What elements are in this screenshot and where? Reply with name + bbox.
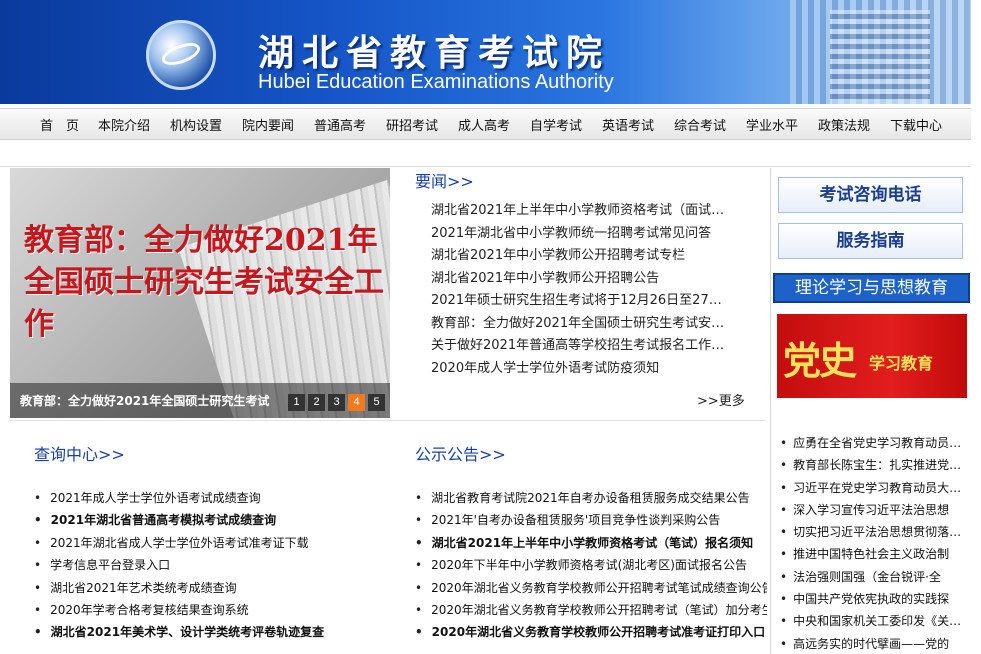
hbeea-logo-icon[interactable] (146, 20, 216, 90)
sidebar-news-item[interactable]: 高远务实的时代擘画——党的 (780, 633, 970, 654)
consult-phone-button[interactable]: 考试咨询电话 (778, 177, 963, 213)
nav-item-download[interactable]: 下载中心 (880, 115, 952, 134)
query-list: 2021年成人学士学位外语考试成绩查询 2021年湖北省普通高考模拟考试成绩查询… (34, 487, 404, 644)
query-item[interactable]: 2021年湖北省普通高考模拟考试成绩查询 (34, 509, 404, 531)
sidebar-news-item[interactable]: 教育部长陈宝生：扎实推进党… (780, 454, 970, 476)
section-divider (10, 420, 765, 421)
query-item[interactable]: 湖北省2021年美术学、设计学类统考评卷轨迹复查 (34, 621, 404, 643)
nav-item-institute-news[interactable]: 院内要闻 (232, 115, 304, 134)
news-item[interactable]: 2021年硕士研究生招生考试将于12月26日至27… (431, 290, 751, 313)
news-slideshow[interactable]: 教育部：全力做好2021年全国硕士研究生考试安全工作 教育部：全力做好2021年… (10, 168, 390, 418)
nav-item-academic-level[interactable]: 学业水平 (736, 115, 808, 134)
nav-item-self-study[interactable]: 自学考试 (520, 115, 592, 134)
slide-page-1[interactable]: 1 (288, 394, 305, 411)
sub-bar (0, 141, 971, 167)
nav-item-english-exam[interactable]: 英语考试 (592, 115, 664, 134)
news-item[interactable]: 2020年成人学士学位外语考试防疫须知 (431, 358, 751, 381)
query-item[interactable]: 湖北省2021年艺术类统考成绩查询 (34, 577, 404, 599)
sidebar-news-item[interactable]: 习近平在党史学习教育动员大… (780, 477, 970, 499)
sidebar-news-item[interactable]: 中国共产党依宪执政的实践探 (780, 588, 970, 610)
header-banner: 湖北省教育考试院 Hubei Education Examinations Au… (0, 0, 971, 104)
site-title-en: Hubei Education Examinations Authority (258, 71, 614, 93)
query-item[interactable]: 学考信息平台登录入口 (34, 554, 404, 576)
nav-item-about[interactable]: 本院介绍 (88, 115, 160, 134)
notice-item[interactable]: 2020年下半年中小学教师资格考试(湖北考区)面试报名公告 (415, 554, 767, 576)
notice-item[interactable]: 2020年湖北省义务教育学校教师公开招聘考试（笔试）加分考生 (415, 599, 767, 621)
query-item[interactable]: 2021年成人学士学位外语考试成绩查询 (34, 487, 404, 509)
slide-page-2[interactable]: 2 (308, 394, 325, 411)
news-item[interactable]: 湖北省2021年中小学教师公开招聘公告 (431, 268, 751, 291)
party-banner-small-text: 学习教育 (869, 354, 934, 373)
news-section: 要闻>> 湖北省2021年上半年中小学教师资格考试（面试… 2021年湖北省中小… (415, 168, 765, 418)
news-title[interactable]: 要闻>> (415, 168, 474, 192)
site-title-cn: 湖北省教育考试院 (258, 32, 611, 74)
page: 湖北省教育考试院 Hubei Education Examinations Au… (0, 0, 981, 654)
nav-item-home[interactable]: 首 页 (28, 115, 88, 134)
notices-list: 湖北省教育考试院2021年自考办设备租赁服务成交结果公告 2021年'自考办设备… (415, 487, 767, 644)
notice-item[interactable]: 2020年湖北省义务教育学校教师公开招聘考试准考证打印入口 (415, 621, 767, 643)
query-center-title[interactable]: 查询中心>> (34, 441, 125, 465)
party-history-banner[interactable]: 党史 学习教育 (777, 314, 967, 398)
notice-item[interactable]: 湖北省教育考试院2021年自考办设备租赁服务成交结果公告 (415, 487, 767, 509)
query-item[interactable]: 2020年学考合格考复核结果查询系统 (34, 599, 404, 621)
slide-caption[interactable]: 教育部：全力做好2021年全国硕士研究生考试 (20, 392, 269, 409)
news-item[interactable]: 湖北省2021年中小学教师公开招聘考试专栏 (431, 245, 751, 268)
slide-pager: 1 2 3 4 5 (288, 394, 388, 411)
notice-item[interactable]: 2020年湖北省义务教育学校教师公开招聘考试笔试成绩查询公告 (415, 577, 767, 599)
query-item[interactable]: 2021年湖北省成人学士学位外语考试准考证下载 (34, 532, 404, 554)
news-item[interactable]: 湖北省2021年上半年中小学教师资格考试（面试… (431, 200, 751, 223)
slide-page-4[interactable]: 4 (348, 394, 365, 411)
notice-item[interactable]: 2021年'自考办设备租赁服务'项目竞争性谈判采购公告 (415, 509, 767, 531)
nav-item-policy[interactable]: 政策法规 (808, 115, 880, 134)
sidebar-news-item[interactable]: 中央和国家机关工委印发《关… (780, 610, 970, 632)
nav-item-graduate-exam[interactable]: 研招考试 (376, 115, 448, 134)
nav-item-adult-exam[interactable]: 成人高考 (448, 115, 520, 134)
column-divider (770, 168, 771, 654)
sidebar-news-item[interactable]: 推进中国特色社会主义政治制 (780, 543, 970, 565)
slide-page-5[interactable]: 5 (368, 394, 385, 411)
sidebar-news-item[interactable]: 深入学习宣传习近平法治思想 (780, 499, 970, 521)
nav-item-gaokao[interactable]: 普通高考 (304, 115, 376, 134)
notices-title[interactable]: 公示公告>> (415, 441, 506, 465)
news-list: 湖北省2021年上半年中小学教师资格考试（面试… 2021年湖北省中小学教师统一… (431, 200, 751, 380)
news-item[interactable]: 教育部：全力做好2021年全国硕士研究生考试安… (431, 313, 751, 336)
nav-item-organization[interactable]: 机构设置 (160, 115, 232, 134)
sidebar-news-list: 应勇在全省党史学习教育动员… 教育部长陈宝生：扎实推进党… 习近平在党史学习教育… (780, 432, 970, 654)
news-item[interactable]: 关于做好2021年普通高等学校招生考试报名工作… (431, 335, 751, 358)
news-more-link[interactable]: >>更多 (697, 390, 745, 409)
main-nav: 首 页 本院介绍 机构设置 院内要闻 普通高考 研招考试 成人高考 自学考试 英… (0, 108, 971, 140)
theory-study-banner[interactable]: 理论学习与思想教育 (773, 273, 970, 303)
news-item[interactable]: 2021年湖北省中小学教师统一招聘考试常见问答 (431, 223, 751, 246)
sidebar-news-item[interactable]: 切实把习近平法治思想贯彻落… (780, 521, 970, 543)
nav-item-comprehensive[interactable]: 综合考试 (664, 115, 736, 134)
notice-item[interactable]: 湖北省2021年上半年中小学教师资格考试（笔试）报名须知 (415, 532, 767, 554)
slide-headline: 教育部：全力做好2021年全国硕士研究生考试安全工作 (24, 223, 384, 342)
building-image (790, 0, 971, 104)
sidebar-news-item[interactable]: 应勇在全省党史学习教育动员… (780, 432, 970, 454)
sidebar-news-item[interactable]: 法治强则国强（金台锐评·全 (780, 566, 970, 588)
service-guide-button[interactable]: 服务指南 (778, 223, 963, 259)
party-banner-big-text: 党史 (783, 338, 857, 383)
slide-page-3[interactable]: 3 (328, 394, 345, 411)
